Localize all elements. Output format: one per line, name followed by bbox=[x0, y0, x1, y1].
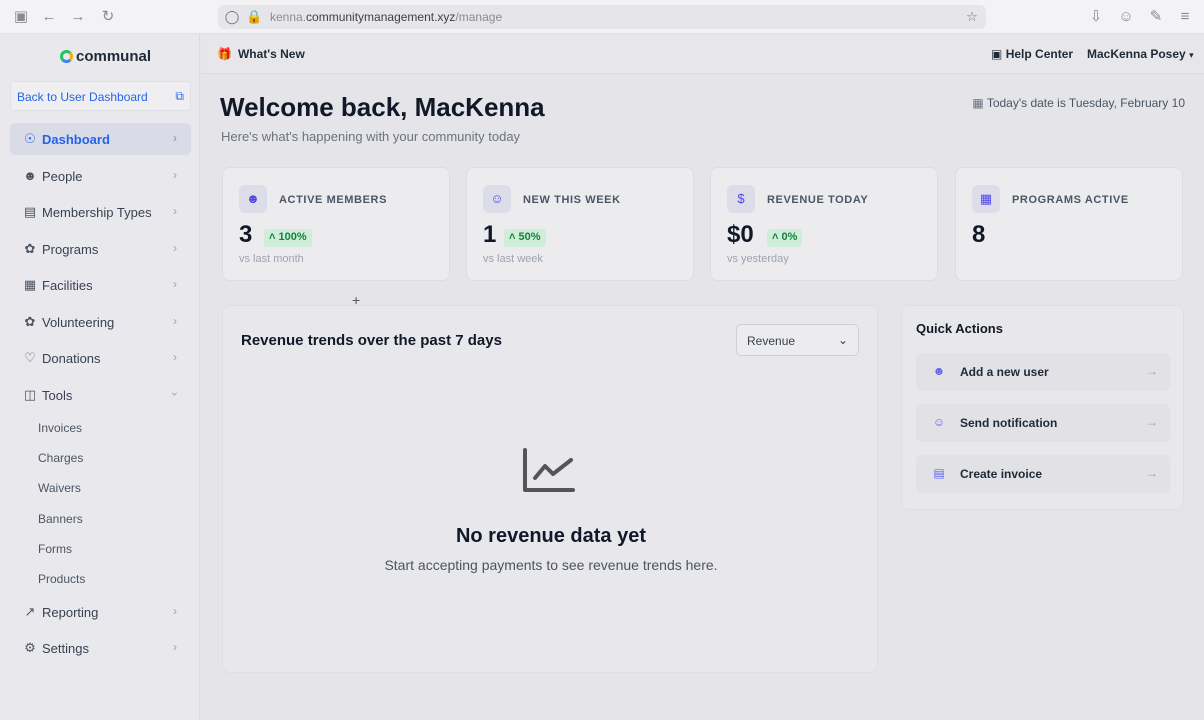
sidebar-item-programs[interactable]: ✿ Programs › bbox=[10, 233, 191, 265]
bookmark-star-icon[interactable]: ☆ bbox=[964, 9, 980, 25]
stat-card-programs-active: ▦ PROGRAMS ACTIVE 8 bbox=[955, 167, 1183, 281]
dollar-icon: $ bbox=[727, 185, 755, 213]
sidebar-item-membership-types[interactable]: ▤ Membership Types › bbox=[10, 196, 191, 228]
line-chart-icon bbox=[523, 448, 575, 492]
user-plus-icon: ☺ bbox=[483, 185, 511, 213]
app-shell: communal Back to User Dashboard ⧉ ☉ Dash… bbox=[0, 34, 1204, 720]
whats-new-button[interactable]: 🎁 What's New bbox=[217, 47, 305, 61]
top-bar: 🎁 What's New ▣ Help Center MacKenna Posey… bbox=[201, 34, 1204, 74]
toolbox-icon: ◫ bbox=[23, 387, 37, 402]
sidebar-item-facilities[interactable]: ▦ Facilities › bbox=[10, 269, 191, 301]
trend-badge: ˄ 100% bbox=[264, 229, 312, 247]
document-icon: ▤ bbox=[933, 466, 945, 480]
stat-card-active-members: ☻ ACTIVE MEMBERS 3 ˄ 100% vs last month bbox=[222, 167, 450, 281]
forward-icon[interactable]: → bbox=[69, 8, 87, 26]
back-icon[interactable]: ← bbox=[40, 8, 58, 26]
sidebar-item-settings[interactable]: ⚙ Settings › bbox=[10, 632, 191, 664]
sidebar-item-reporting[interactable]: ↗ Reporting › bbox=[10, 596, 191, 628]
crosshair-cursor-icon: + bbox=[352, 292, 361, 308]
sidebar-subitem-products[interactable]: Products bbox=[38, 572, 85, 586]
help-center-button[interactable]: ▣ Help Center bbox=[991, 47, 1073, 61]
stat-card-new-this-week: ☺ NEW THIS WEEK 1 ˄ 50% vs last week bbox=[466, 167, 694, 281]
back-to-user-dashboard-link[interactable]: Back to User Dashboard ⧉ bbox=[10, 81, 191, 111]
page-subtitle: Here's what's happening with your commun… bbox=[221, 129, 521, 144]
reload-icon[interactable]: ↻ bbox=[99, 8, 117, 26]
id-card-icon: ▤ bbox=[23, 204, 37, 219]
extensions-icon[interactable]: ✎ bbox=[1147, 8, 1165, 26]
sidebar-subitem-banners[interactable]: Banners bbox=[38, 512, 83, 526]
heart-hand-icon: ♡ bbox=[24, 350, 36, 365]
sidebar-item-people[interactable]: ☻ People › bbox=[10, 160, 191, 192]
chevron-right-icon: › bbox=[173, 314, 177, 328]
arrow-right-icon: → bbox=[1146, 415, 1158, 429]
revenue-trends-card: Revenue trends over the past 7 days Reve… bbox=[222, 305, 878, 673]
sidebar: communal Back to User Dashboard ⧉ ☉ Dash… bbox=[0, 34, 200, 720]
gift-icon: 🎁 bbox=[217, 47, 232, 61]
sidebar-item-dashboard[interactable]: ☉ Dashboard › bbox=[10, 123, 191, 155]
shield-icon[interactable]: ◯ bbox=[224, 9, 240, 25]
chevron-right-icon: › bbox=[173, 204, 177, 218]
sidebar-item-donations[interactable]: ♡ Donations › bbox=[10, 342, 191, 374]
person-icon: ☻ bbox=[23, 168, 37, 183]
sidebar-item-tools[interactable]: ◫ Tools › bbox=[10, 379, 191, 411]
trend-badge: ˄ 50% bbox=[504, 229, 546, 247]
arrow-right-icon: → bbox=[1146, 364, 1158, 378]
address-bar[interactable]: ◯ 🔒 kenna.communitymanagement.xyz/manage… bbox=[218, 5, 986, 29]
chevron-down-icon: ⌄ bbox=[837, 333, 848, 347]
arrow-right-icon: → bbox=[1146, 466, 1158, 480]
page-title: Welcome back, MacKenna bbox=[220, 92, 545, 122]
building-icon: ▦ bbox=[23, 277, 37, 292]
sidebar-subitem-charges[interactable]: Charges bbox=[38, 451, 83, 465]
dashboard-icon: ☉ bbox=[24, 131, 36, 146]
url-text[interactable]: kenna.communitymanagement.xyz/manage bbox=[270, 10, 502, 24]
calendar-icon: ▦ bbox=[972, 96, 984, 110]
running-icon: ✿ bbox=[24, 241, 36, 256]
chevron-right-icon: › bbox=[173, 241, 177, 255]
chevron-down-icon: › bbox=[168, 392, 182, 396]
chevron-right-icon: › bbox=[173, 604, 177, 618]
sidebar-subitem-forms[interactable]: Forms bbox=[38, 542, 72, 556]
sidebar-subitem-invoices[interactable]: Invoices bbox=[38, 421, 82, 435]
chevron-right-icon: › bbox=[173, 277, 177, 291]
trend-badge: ˄ 0% bbox=[767, 229, 803, 247]
menu-icon[interactable]: ≡ bbox=[1176, 8, 1194, 26]
chart-icon: ↗ bbox=[24, 604, 36, 619]
book-icon: ▣ bbox=[991, 47, 1003, 61]
logo-ring-icon bbox=[60, 50, 73, 63]
chart-metric-select[interactable]: Revenue ⌄ bbox=[736, 324, 859, 356]
quick-actions-card: Quick Actions ☻ Add a new user → ☺ Send … bbox=[901, 305, 1184, 510]
sidebar-toggle-icon[interactable]: ▣ bbox=[12, 8, 30, 26]
external-link-icon: ⧉ bbox=[175, 89, 184, 103]
create-invoice-action[interactable]: ▤ Create invoice → bbox=[916, 455, 1170, 493]
user-menu[interactable]: MacKenna Posey ▾ bbox=[1087, 47, 1194, 61]
add-new-user-action[interactable]: ☻ Add a new user → bbox=[916, 353, 1170, 391]
chevron-right-icon: › bbox=[173, 131, 177, 145]
chevron-right-icon: › bbox=[173, 350, 177, 364]
chevron-right-icon: › bbox=[173, 640, 177, 654]
chevron-right-icon: › bbox=[173, 168, 177, 182]
user-bell-icon: ☺ bbox=[932, 415, 946, 429]
user-icon: ☻ bbox=[932, 364, 946, 378]
gear-icon: ⚙ bbox=[24, 640, 36, 655]
calendar-icon: ▦ bbox=[972, 185, 1000, 213]
send-notification-action[interactable]: ☺ Send notification → bbox=[916, 404, 1170, 442]
users-icon: ☻ bbox=[239, 185, 267, 213]
account-icon[interactable]: ☺ bbox=[1117, 8, 1135, 26]
browser-toolbar: ▣ ← → ↻ ◯ 🔒 kenna.communitymanagement.xy… bbox=[0, 0, 1204, 34]
sidebar-subitem-waivers[interactable]: Waivers bbox=[38, 481, 81, 495]
sidebar-item-volunteering[interactable]: ✿ Volunteering › bbox=[10, 306, 191, 338]
caret-down-icon: ▾ bbox=[1189, 50, 1194, 60]
downloads-icon[interactable]: ⇩ bbox=[1087, 8, 1105, 26]
logo[interactable]: communal bbox=[60, 48, 151, 65]
handshake-icon: ✿ bbox=[24, 314, 36, 329]
lock-icon: 🔒 bbox=[246, 9, 263, 24]
stat-card-revenue-today: $ REVENUE TODAY $0 ˄ 0% vs yesterday bbox=[710, 167, 938, 281]
today-date: ▦ Today's date is Tuesday, February 10 bbox=[972, 96, 1185, 110]
